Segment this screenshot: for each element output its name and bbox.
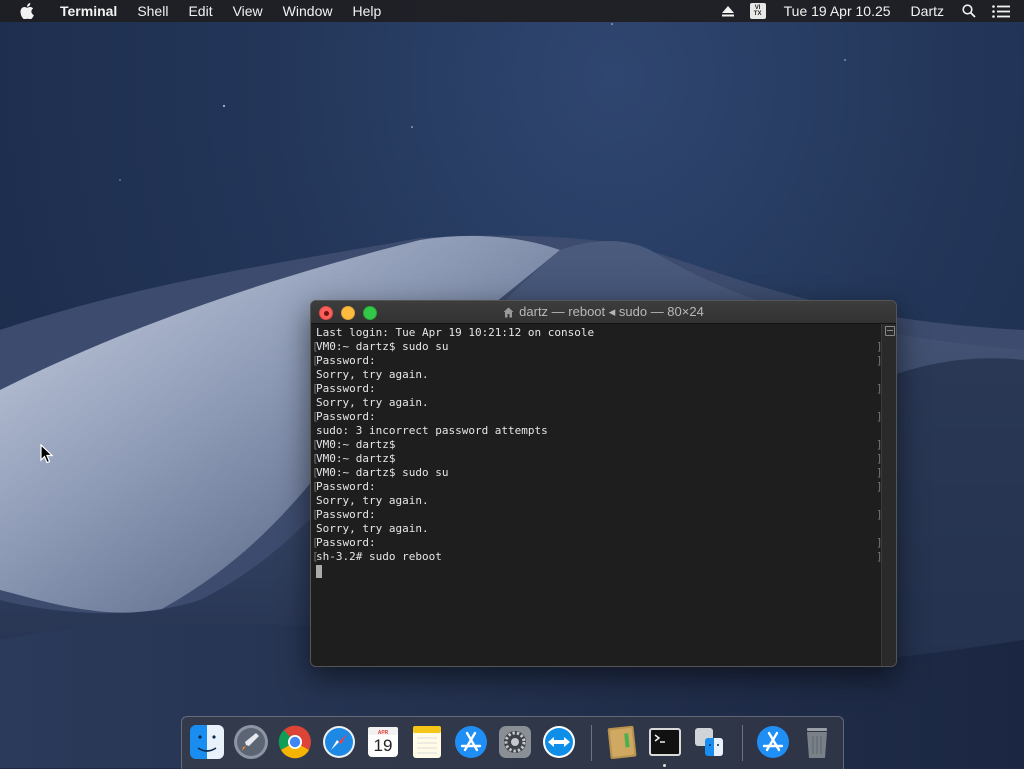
terminal-window[interactable]: dartz — reboot ◂ sudo — 80×24 Last login…	[310, 300, 897, 667]
eject-icon[interactable]	[714, 0, 742, 22]
menu-user[interactable]: Dartz	[901, 0, 954, 22]
terminal-line: sudo: 3 incorrect password attempts	[316, 424, 548, 437]
menu-shell[interactable]: Shell	[127, 0, 178, 22]
trash-icon[interactable]	[798, 723, 836, 761]
window-title: dartz — reboot ◂ sudo — 80×24	[519, 304, 704, 319]
teamviewer-icon[interactable]	[540, 723, 578, 761]
menu-window[interactable]: Window	[273, 0, 343, 22]
calendar-day: 19	[373, 736, 393, 755]
terminal-line: Sorry, try again.	[316, 368, 429, 381]
terminal-line: [Password:]	[312, 354, 883, 367]
text-cursor	[316, 565, 322, 578]
window-titlebar[interactable]: dartz — reboot ◂ sudo — 80×24	[311, 301, 896, 324]
launchpad-icon[interactable]	[232, 723, 270, 761]
menu-app-name[interactable]: Terminal	[50, 0, 127, 22]
terminal-line: [VM0:~ dartz$]	[312, 452, 883, 465]
terminal-cursor-line[interactable]	[316, 564, 882, 578]
terminal-line: [sh-3.2# sudo reboot]	[312, 550, 883, 563]
archive-icon[interactable]	[602, 723, 640, 761]
terminal-output[interactable]: Last login: Tue Apr 19 10:21:12 on conso…	[311, 324, 883, 666]
chrome-icon[interactable]	[276, 723, 314, 761]
input-source-icon[interactable]: VI TX	[742, 0, 774, 22]
app-store-downloads-icon[interactable]	[754, 723, 792, 761]
safari-icon[interactable]	[320, 723, 358, 761]
ime-label-bottom: TX	[753, 11, 762, 17]
apple-menu-icon[interactable]	[20, 2, 36, 20]
close-button[interactable]	[319, 306, 333, 320]
terminal-line: [Password:]	[312, 382, 883, 395]
menu-clock[interactable]: Tue 19 Apr 10.25	[774, 0, 901, 22]
terminal-line: Sorry, try again.	[316, 494, 429, 507]
menu-help[interactable]: Help	[342, 0, 391, 22]
terminal-icon[interactable]	[646, 723, 684, 767]
migration-assistant-icon[interactable]	[690, 723, 728, 761]
dock-separator	[742, 725, 743, 761]
menu-edit[interactable]: Edit	[178, 0, 222, 22]
terminal-line: Sorry, try again.	[316, 396, 429, 409]
notes-icon[interactable]	[408, 723, 446, 761]
app-store-icon[interactable]	[452, 723, 490, 761]
terminal-line: Last login: Tue Apr 19 10:21:12 on conso…	[316, 326, 595, 339]
zoom-button[interactable]	[363, 306, 377, 320]
vertical-scrollbar[interactable]	[881, 324, 896, 666]
dock: APR 19	[181, 716, 844, 769]
terminal-line: [Password:]	[312, 536, 883, 549]
terminal-line: [Password:]	[312, 480, 883, 493]
menu-bar: Terminal Shell Edit View Window Help VI T…	[0, 0, 1024, 22]
notification-center-icon[interactable]	[984, 0, 1024, 22]
spotlight-search-icon[interactable]	[954, 0, 984, 22]
terminal-line: [Password:]	[312, 410, 883, 423]
home-folder-icon	[503, 307, 514, 318]
mouse-pointer-icon	[40, 443, 54, 469]
minimize-button[interactable]	[341, 306, 355, 320]
finder-icon[interactable]	[188, 723, 226, 761]
running-indicator	[663, 764, 666, 767]
terminal-line: [VM0:~ dartz$]	[312, 438, 883, 451]
system-preferences-icon[interactable]	[496, 723, 534, 761]
terminal-line: [Password:]	[312, 508, 883, 521]
menu-view[interactable]: View	[223, 0, 273, 22]
terminal-line: [VM0:~ dartz$ sudo su]	[312, 466, 883, 479]
dock-separator	[591, 725, 592, 761]
terminal-line: Sorry, try again.	[316, 522, 429, 535]
calendar-icon[interactable]: APR 19	[364, 723, 402, 761]
terminal-line: [VM0:~ dartz$ sudo su]	[312, 340, 883, 353]
split-pane-icon[interactable]	[885, 326, 895, 336]
